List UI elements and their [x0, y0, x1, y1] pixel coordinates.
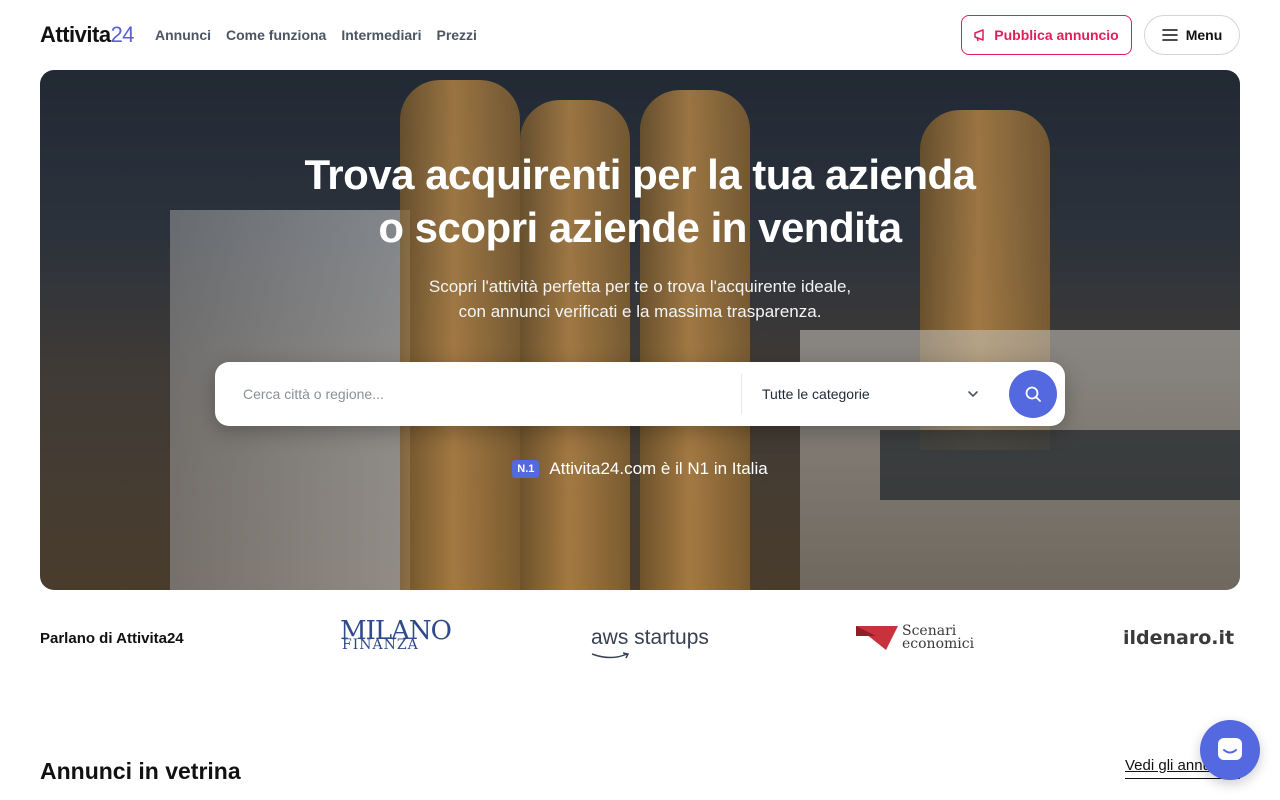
hero-subtitle-line1: Scopri l'attività perfetta per te o trov… [428, 277, 852, 296]
search-button[interactable] [1009, 370, 1057, 418]
scenari-economici-logo-bottom: economici [902, 636, 975, 652]
ildenaro-logo-text: ildenaro.it [1123, 627, 1235, 649]
nav-come-funziona[interactable]: Come funziona [226, 27, 326, 43]
press-label: Parlano di Attivita24 [40, 630, 184, 647]
scenari-economici-logo: Scenari economici [856, 620, 974, 656]
rank-text: Attivita24.com è il N1 in Italia [549, 459, 768, 478]
location-search-input[interactable] [215, 362, 740, 426]
aws-smile-icon [591, 652, 630, 659]
search-icon [1025, 386, 1041, 402]
publish-ad-button[interactable]: Pubblica annuncio [961, 15, 1132, 55]
hero-title: Trova acquirenti per la tua azienda o sc… [40, 148, 1240, 254]
featured-section-title: Annunci in vetrina [40, 758, 241, 784]
hero-title-line2: o scopri aziende in vendita [378, 204, 902, 251]
hero-subtitle-line2: con annunci verificati e la massima tras… [458, 302, 822, 321]
hero-banner: Trova acquirenti per la tua azienda o sc… [40, 70, 1240, 590]
search-bar: Tutte le categorie [215, 362, 1065, 426]
nav-intermediari[interactable]: Intermediari [341, 27, 421, 43]
hero-title-line1: Trova acquirenti per la tua azienda [304, 151, 976, 198]
category-select-value: Tutte le categorie [762, 386, 870, 402]
hero-subtitle: Scopri l'attività perfetta per te o trov… [40, 274, 1240, 324]
menu-button[interactable]: Menu [1144, 15, 1240, 55]
hamburger-icon [1161, 29, 1178, 41]
category-select[interactable]: Tutte le categorie [742, 362, 992, 426]
nav-annunci[interactable]: Annunci [155, 27, 211, 43]
megaphone-icon [974, 29, 985, 42]
logo-number: 24 [110, 22, 135, 47]
milano-finanza-logo-top: MILANO [340, 616, 452, 646]
publish-ad-label: Pubblica annuncio [994, 27, 1119, 43]
logo[interactable]: Attivita24 [40, 22, 135, 48]
ranking-line: N.1 Attivita24.com è il N1 in Italia [40, 459, 1240, 479]
aws-startups-logo: aws startups [591, 620, 709, 659]
rank-badge: N.1 [512, 460, 540, 478]
main-nav: Annunci Come funziona Intermediari Prezz… [155, 27, 477, 43]
chat-button[interactable] [1200, 720, 1260, 780]
logo-text: Attivita [40, 22, 111, 47]
ildenaro-logo: ildenaro.it [1123, 620, 1234, 656]
scenari-economici-mark-icon [856, 626, 898, 650]
chat-icon [1218, 738, 1242, 760]
milano-finanza-logo: MILANO FINANZA [340, 616, 452, 656]
chevron-down-icon [968, 391, 978, 398]
aws-startups-logo-text: aws startups [591, 626, 709, 649]
top-header: Attivita24 Annunci Come funziona Interme… [0, 0, 1280, 70]
nav-prezzi[interactable]: Prezzi [436, 27, 476, 43]
menu-label: Menu [1185, 27, 1223, 43]
